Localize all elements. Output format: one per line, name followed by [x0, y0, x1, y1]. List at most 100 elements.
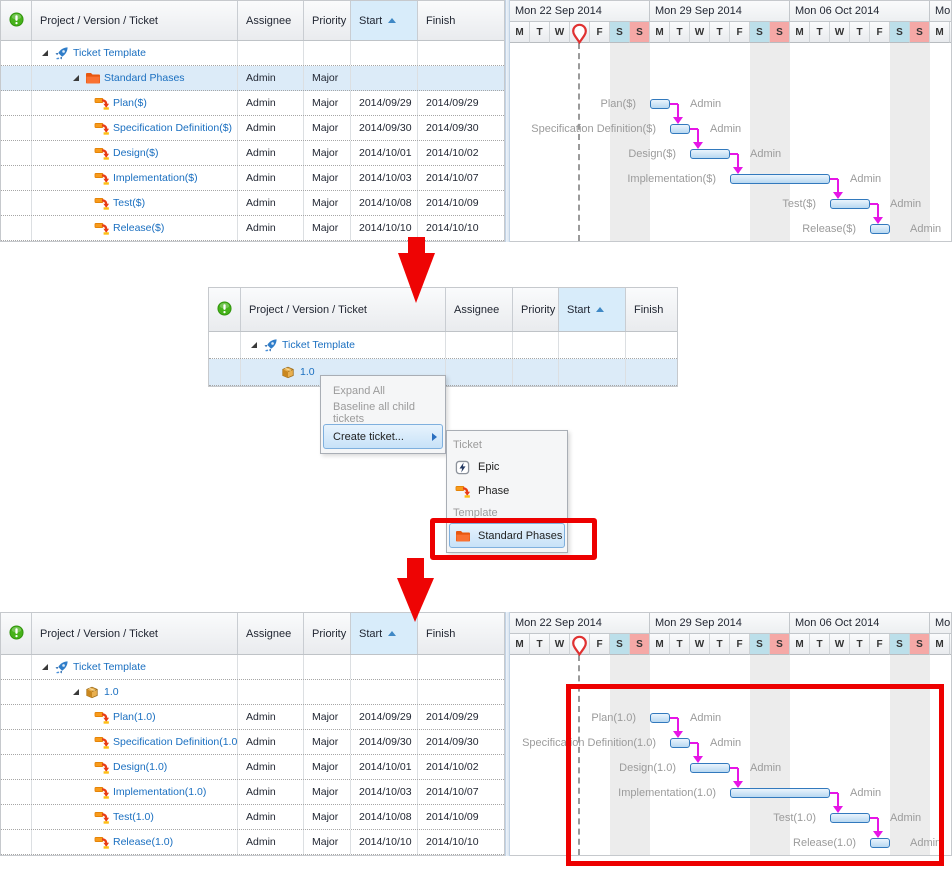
ticket-row[interactable]: Implementation(1.0)AdminMajor2014/10/032… [1, 780, 504, 805]
ticket-row[interactable]: Design(1.0)AdminMajor2014/10/012014/10/0… [1, 755, 504, 780]
tree-expander-icon[interactable] [72, 74, 85, 82]
column-header-2[interactable]: Priority [513, 288, 559, 331]
status-column-header[interactable] [1, 613, 32, 654]
column-header-2[interactable]: Priority [304, 613, 351, 654]
week-label: Mon 29 Sep 2014 [655, 5, 742, 17]
ticket-row[interactable]: Standard PhasesAdminMajor [1, 66, 504, 91]
row-status-cell [1, 755, 32, 779]
table-gantt-splitter[interactable] [505, 612, 510, 856]
column-header-0[interactable]: Project / Version / Ticket [32, 613, 238, 654]
submenu-item[interactable]: Phase [449, 479, 565, 503]
day-header-cell: W [550, 634, 570, 655]
ticket-row[interactable]: Plan(1.0)AdminMajor2014/09/292014/09/29 [1, 705, 504, 730]
column-header-2[interactable]: Priority [304, 1, 351, 40]
rocket-icon [54, 45, 71, 61]
ticket-link[interactable]: 1.0 [300, 366, 315, 378]
ticket-link[interactable]: 1.0 [104, 686, 119, 698]
tree-expander-icon[interactable] [41, 663, 54, 671]
folder-icon [85, 70, 102, 86]
arrow-head-icon [398, 253, 435, 303]
ticket-link[interactable]: Release(1.0) [113, 836, 173, 848]
column-header-1[interactable]: Assignee [446, 288, 513, 331]
ticket-link[interactable]: Test(1.0) [113, 811, 154, 823]
ticket-row[interactable]: Ticket Template [209, 332, 677, 359]
gantt-bar[interactable] [830, 199, 870, 209]
submenu-item[interactable]: Epic [449, 455, 565, 479]
phase-icon [94, 759, 111, 775]
ticket-row[interactable]: Plan($)AdminMajor2014/09/292014/09/29 [1, 91, 504, 116]
ticket-table-top: Project / Version / Ticket AssigneePriori… [0, 0, 505, 242]
ticket-row[interactable]: Specification Definition(1.0)AdminMajor2… [1, 730, 504, 755]
gantt-bar[interactable] [690, 149, 730, 159]
gantt-bar[interactable] [650, 99, 670, 109]
column-header-label: Project / Version / Ticket [40, 15, 158, 27]
column-header-0[interactable]: Project / Version / Ticket [32, 1, 238, 40]
ticket-row[interactable]: Test(1.0)AdminMajor2014/10/082014/10/09 [1, 805, 504, 830]
column-header-label: Project / Version / Ticket [40, 628, 158, 640]
column-header-label: Priority [312, 628, 346, 640]
tree-expander-icon[interactable] [41, 49, 54, 57]
ticket-link[interactable]: Implementation($) [113, 172, 198, 184]
ticket-row[interactable]: Implementation($)AdminMajor2014/10/03201… [1, 166, 504, 191]
table-gantt-splitter[interactable] [505, 0, 510, 242]
ticket-row[interactable]: Specification Definition($)AdminMajor201… [1, 116, 504, 141]
tree-expander-icon[interactable] [250, 341, 263, 349]
cell-priority: Major [304, 780, 351, 804]
cell-start: 2014/10/01 [351, 755, 418, 779]
ticket-link[interactable]: Standard Phases [104, 72, 185, 84]
column-header-start-sorted[interactable]: Start [351, 1, 418, 40]
ticket-tree-cell: Ticket Template [241, 332, 446, 358]
status-column-header[interactable] [1, 1, 32, 40]
ticket-link[interactable]: Ticket Template [282, 339, 355, 351]
phase-icon [94, 145, 111, 161]
cell-start [559, 332, 626, 358]
cell-priority [304, 41, 351, 65]
cell-start: 2014/09/30 [351, 730, 418, 754]
ticket-row[interactable]: Ticket Template [1, 655, 504, 680]
ticket-row[interactable]: Ticket Template [1, 41, 504, 66]
ticket-link[interactable]: Ticket Template [73, 47, 146, 59]
row-status-cell [209, 332, 241, 358]
ticket-link[interactable]: Implementation(1.0) [113, 786, 206, 798]
ticket-link[interactable]: Design($) [113, 147, 159, 159]
tree-expander-icon[interactable] [72, 688, 85, 696]
ticket-link[interactable]: Specification Definition(1.0) [113, 736, 238, 748]
column-header-start-sorted[interactable]: Start [559, 288, 626, 331]
ticket-link[interactable]: Plan(1.0) [113, 711, 156, 723]
column-header-1[interactable]: Assignee [238, 613, 304, 654]
day-letter: F [596, 27, 602, 38]
status-column-header[interactable] [209, 288, 241, 331]
cell-finish: 2014/10/09 [418, 191, 505, 215]
column-header-label: Start [359, 628, 382, 640]
ticket-link[interactable]: Plan($) [113, 97, 147, 109]
sort-ascending-icon [596, 307, 604, 312]
ticket-link[interactable]: Design(1.0) [113, 761, 167, 773]
row-status-cell [1, 141, 32, 165]
gantt-bar[interactable] [870, 224, 890, 234]
row-status-cell [1, 805, 32, 829]
day-header-cell: S [770, 22, 790, 43]
ticket-row[interactable]: Test($)AdminMajor2014/10/082014/10/09 [1, 191, 504, 216]
ticket-link[interactable]: Release($) [113, 222, 164, 234]
day-letter: F [596, 639, 602, 650]
ticket-row[interactable]: 1.0 [1, 680, 504, 705]
cell-priority: Major [304, 191, 351, 215]
ticket-link[interactable]: Test($) [113, 197, 145, 209]
column-header-1[interactable]: Assignee [238, 1, 304, 40]
ticket-link[interactable]: Ticket Template [73, 661, 146, 673]
menu-item-label: Baseline all child tickets [333, 401, 442, 425]
menu-item[interactable]: Create ticket... [323, 424, 443, 449]
gantt-bar[interactable] [670, 124, 690, 134]
today-marker-pin [571, 23, 588, 44]
day-letter: T [676, 639, 682, 650]
menu-item[interactable]: Expand All [323, 380, 443, 402]
cell-assignee: Admin [238, 166, 304, 190]
menu-item[interactable]: Baseline all child tickets [323, 402, 443, 424]
day-header-cell: M [650, 22, 670, 43]
ticket-row[interactable]: Design($)AdminMajor2014/10/012014/10/02 [1, 141, 504, 166]
column-header-4[interactable]: Finish [626, 288, 678, 331]
column-header-4[interactable]: Finish [418, 1, 505, 40]
ticket-row[interactable]: Release(1.0)AdminMajor2014/10/102014/10/… [1, 830, 504, 855]
gantt-bar[interactable] [730, 174, 830, 184]
ticket-link[interactable]: Specification Definition($) [113, 122, 232, 134]
